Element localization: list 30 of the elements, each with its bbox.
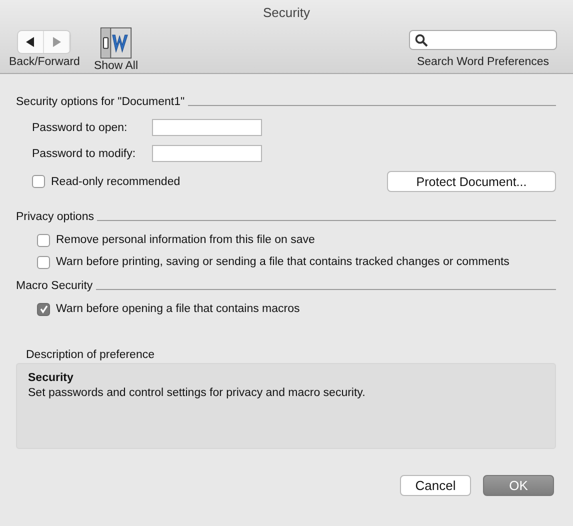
forward-arrow-icon — [52, 37, 62, 47]
password-field[interactable] — [152, 145, 262, 162]
description-heading: Description of preference — [26, 349, 156, 361]
protect-document-button[interactable]: Protect Document... — [387, 171, 556, 192]
checkbox[interactable] — [37, 256, 50, 268]
show-all-label: Show All — [94, 60, 138, 72]
section-title: Security options for "Document1" — [16, 96, 185, 108]
back-forward-label: Back/Forward — [9, 56, 80, 68]
back-button[interactable] — [18, 31, 44, 53]
window-title: Security — [262, 4, 311, 22]
checkbox-label: Warn before opening a file that contains macros — [56, 303, 300, 315]
field-label: Password to open: — [32, 122, 128, 134]
section-title: Privacy options — [16, 211, 94, 223]
description-title: Security — [28, 372, 74, 384]
search-field[interactable] — [409, 30, 557, 50]
checkbox[interactable] — [37, 234, 50, 246]
section-title: Macro Security — [16, 280, 93, 292]
search-label: Search Word Preferences — [416, 56, 550, 68]
back-arrow-icon — [26, 37, 36, 47]
cancel-button[interactable]: Cancel — [400, 475, 471, 496]
field-label: Password to modify: — [32, 148, 137, 160]
checkbox-label: Warn before printing, saving or sending a file that contains tracked changes or comments — [56, 256, 510, 268]
checkbox-label: Read-only recommended — [51, 176, 180, 188]
checkbox-label: Remove personal information from this file on save — [56, 234, 315, 246]
description-text: Set passwords and control settings for privacy and macro security. — [28, 387, 366, 399]
checkbox[interactable] — [32, 175, 45, 188]
word-preferences-icon[interactable] — [100, 27, 132, 59]
checkbox[interactable] — [37, 302, 50, 316]
password-field[interactable] — [152, 119, 262, 136]
search-icon — [415, 34, 428, 46]
